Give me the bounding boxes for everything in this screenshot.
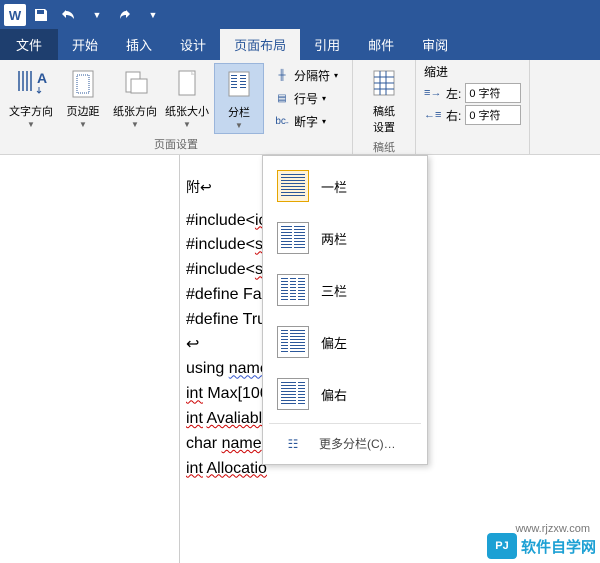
hyphenation-label: 断字 [294, 113, 318, 130]
columns-right-label: 偏右 [321, 385, 347, 404]
columns-three-label: 三栏 [321, 281, 347, 300]
columns-three-icon [277, 274, 309, 306]
manuscript-button[interactable]: 稿纸 设置 [359, 63, 409, 137]
dropdown-caret: ▾ [322, 94, 326, 103]
dropdown-caret: ▾ [322, 117, 326, 126]
columns-button[interactable]: 分栏 ▼ [214, 63, 264, 134]
title-bar: W ▼ ▼ [0, 0, 600, 30]
svg-text:A: A [37, 70, 47, 86]
size-icon [171, 65, 203, 101]
line-numbers-button[interactable]: ▤ 行号 ▾ [270, 88, 342, 109]
text-direction-button[interactable]: A 文字方向 ▼ [6, 63, 56, 134]
watermark-logo: PJ [487, 533, 517, 559]
columns-more[interactable]: ☷ 更多分栏(C)… [263, 427, 427, 460]
indent-left-icon: ≡→ [424, 87, 442, 99]
tab-references[interactable]: 引用 [300, 29, 354, 60]
manuscript-group-label: 稿纸 [359, 137, 409, 155]
columns-more-label: 更多分栏(C)… [319, 435, 396, 452]
hyphenation-icon: bc- [274, 115, 290, 129]
columns-two-label: 两栏 [321, 229, 347, 248]
watermark-text: 软件自学网 [521, 536, 596, 557]
columns-three[interactable]: 三栏 [263, 264, 427, 316]
tab-review[interactable]: 审阅 [408, 29, 462, 60]
breaks-icon: ╫ [274, 69, 290, 83]
tab-design[interactable]: 设计 [166, 29, 220, 60]
dropdown-caret: ▼ [27, 120, 35, 129]
columns-left-label: 偏左 [321, 333, 347, 352]
breaks-button[interactable]: ╫ 分隔符 ▾ [270, 65, 342, 86]
columns-one[interactable]: 一栏 [263, 160, 427, 212]
indent-right-label: 右: [446, 107, 461, 124]
page-setup-group-label: 页面设置 [6, 134, 346, 152]
undo-button[interactable] [56, 2, 82, 28]
columns-two-icon [277, 222, 309, 254]
hyphenation-button[interactable]: bc- 断字 ▾ [270, 111, 342, 132]
manuscript-settings-label: 设置 [373, 119, 395, 135]
dropdown-caret: ▼ [235, 121, 243, 130]
indent-right-input[interactable] [465, 105, 521, 125]
document-left-margin [0, 155, 180, 563]
columns-right-icon [277, 378, 309, 410]
dropdown-caret: ▼ [131, 120, 139, 129]
columns-icon [223, 66, 255, 102]
columns-dropdown-menu: 一栏 两栏 三栏 偏左 偏右 ☷ 更多分栏(C)… [262, 155, 428, 465]
text-direction-label: 文字方向 [9, 103, 53, 119]
manuscript-group: 稿纸 设置 稿纸 [353, 60, 416, 154]
columns-left-icon [277, 326, 309, 358]
indent-header: 缩进 [424, 63, 521, 80]
tab-mailings[interactable]: 邮件 [354, 29, 408, 60]
margins-icon [67, 65, 99, 101]
save-button[interactable] [28, 2, 54, 28]
size-button[interactable]: 纸张大小 ▼ [162, 63, 212, 134]
tab-layout[interactable]: 页面布局 [220, 29, 300, 60]
size-label: 纸张大小 [165, 103, 209, 119]
watermark: PJ 软件自学网 [487, 533, 596, 559]
ribbon-tabs: 文件 开始 插入 设计 页面布局 引用 邮件 审阅 [0, 30, 600, 60]
columns-left[interactable]: 偏左 [263, 316, 427, 368]
orientation-button[interactable]: 纸张方向 ▼ [110, 63, 160, 134]
orientation-icon [119, 65, 151, 101]
manuscript-label: 稿纸 [373, 103, 395, 119]
indent-left-label: 左: [446, 85, 461, 102]
dropdown-caret: ▾ [334, 71, 338, 80]
line-numbers-label: 行号 [294, 90, 318, 107]
indent-right-icon: ←≡ [424, 109, 442, 121]
qat-customize[interactable]: ▼ [140, 2, 166, 28]
columns-more-icon: ☷ [277, 437, 309, 451]
indent-group: 缩进 ≡→ 左: ←≡ 右: [416, 60, 530, 154]
text-direction-icon: A [15, 65, 47, 101]
redo-button[interactable] [112, 2, 138, 28]
manuscript-icon [368, 65, 400, 101]
page-setup-group: A 文字方向 ▼ 页边距 ▼ 纸张方向 ▼ [0, 60, 353, 154]
indent-left-input[interactable] [465, 83, 521, 103]
columns-right[interactable]: 偏右 [263, 368, 427, 420]
breaks-label: 分隔符 [294, 67, 330, 84]
dropdown-caret: ▼ [183, 120, 191, 129]
tab-home[interactable]: 开始 [58, 29, 112, 60]
tab-insert[interactable]: 插入 [112, 29, 166, 60]
line-numbers-icon: ▤ [274, 92, 290, 106]
margins-label: 页边距 [67, 103, 100, 119]
word-icon: W [4, 4, 26, 26]
tab-file[interactable]: 文件 [0, 29, 58, 60]
menu-separator [269, 423, 421, 424]
columns-one-label: 一栏 [321, 177, 347, 196]
columns-one-icon [277, 170, 309, 202]
ribbon: A 文字方向 ▼ 页边距 ▼ 纸张方向 ▼ [0, 60, 600, 155]
dropdown-caret: ▼ [79, 120, 87, 129]
columns-two[interactable]: 两栏 [263, 212, 427, 264]
orientation-label: 纸张方向 [113, 103, 157, 119]
margins-button[interactable]: 页边距 ▼ [58, 63, 108, 134]
columns-label: 分栏 [228, 104, 250, 120]
undo-dropdown[interactable]: ▼ [84, 2, 110, 28]
